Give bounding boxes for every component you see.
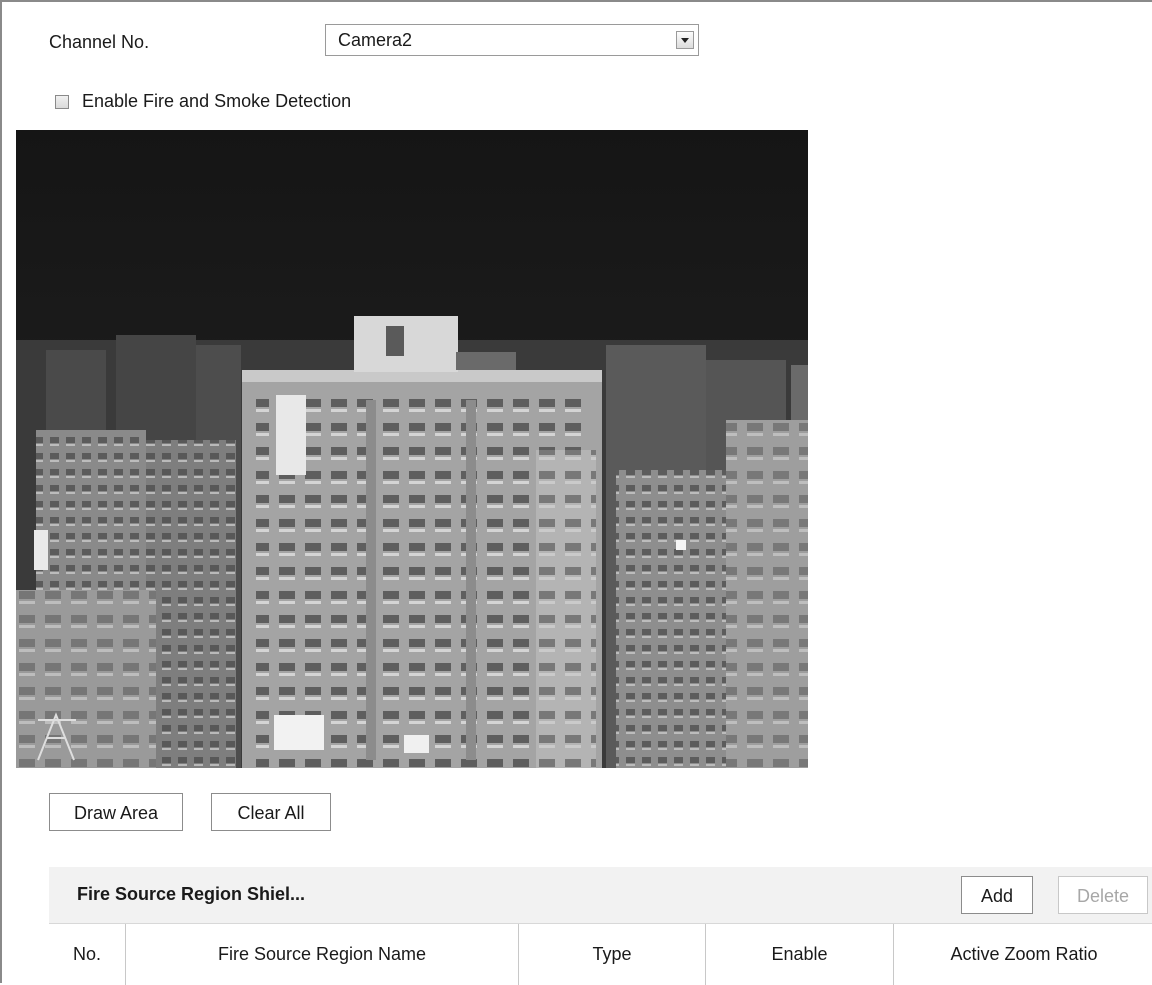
enable-detection-checkbox[interactable] [55, 95, 69, 109]
clear-all-button[interactable]: Clear All [211, 793, 331, 831]
shield-table-title: Fire Source Region Shiel... [77, 884, 306, 904]
column-header-region-name: Fire Source Region Name [126, 924, 519, 985]
enable-detection-label: Enable Fire and Smoke Detection [82, 91, 352, 111]
draw-area-button[interactable]: Draw Area [49, 793, 183, 831]
channel-label: Channel No. [49, 32, 150, 52]
shield-table-header: Fire Source Region Shiel... Add Delete [49, 867, 1152, 924]
channel-select-value: Camera2 [338, 30, 413, 50]
column-header-no: No. [49, 924, 126, 985]
thermal-image [16, 130, 808, 768]
config-panel: Channel No. Camera2 Enable Fire and Smok… [0, 0, 1152, 985]
channel-select[interactable]: Camera2 [325, 24, 699, 56]
thermal-video-preview[interactable] [16, 130, 808, 768]
shield-table-columns: No. Fire Source Region Name Type Enable … [49, 924, 1152, 985]
add-region-button[interactable]: Add [961, 876, 1033, 914]
chevron-down-icon[interactable] [676, 31, 694, 49]
column-header-type: Type [519, 924, 706, 985]
column-header-enable: Enable [706, 924, 894, 985]
column-header-active-zoom-ratio: Active Zoom Ratio [950, 944, 1098, 964]
delete-region-button[interactable]: Delete [1058, 876, 1148, 914]
